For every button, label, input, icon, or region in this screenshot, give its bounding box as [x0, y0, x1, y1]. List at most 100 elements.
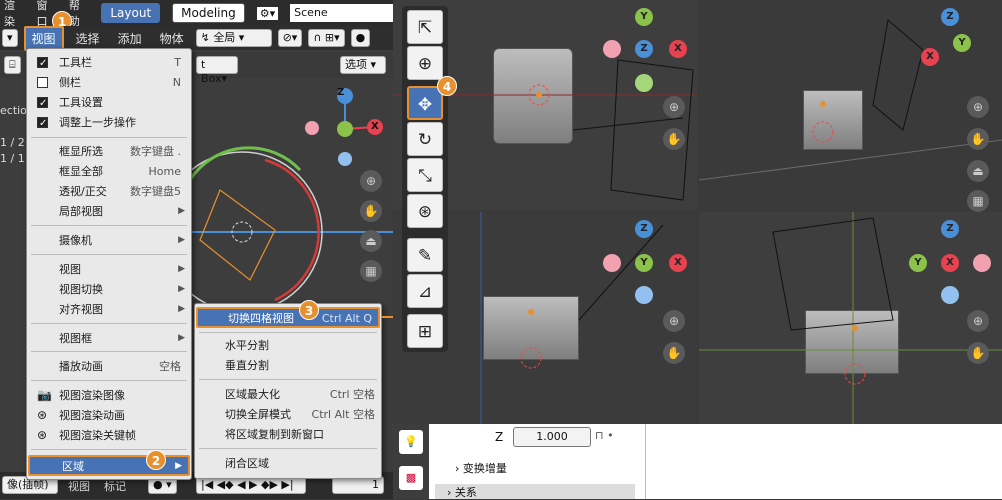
scene-icon[interactable]: ⚙▾ [256, 6, 279, 20]
editor-type-dropdown[interactable]: ▾ [2, 29, 18, 47]
world-tab-icon[interactable]: 💡 [399, 430, 423, 454]
label-local-view: 局部视图 [59, 205, 103, 218]
texture-tab-icon[interactable]: ▩ [399, 466, 423, 490]
menu-item-close-area[interactable]: 闭合区域 [195, 454, 381, 473]
menu-item-toggle-quad-view[interactable]: 切换四格视图 Ctrl Alt Q [196, 307, 380, 328]
label-frame-selected: 框显所选 [59, 145, 103, 158]
menu-item-view-frame[interactable]: 视图框 ▶ [27, 329, 191, 348]
3d-cursor-icon[interactable]: ⊕ [407, 46, 443, 80]
gizmo-neg-z-bottom-right[interactable] [941, 286, 959, 304]
menu-item-camera[interactable]: 摄像机 ▶ [27, 231, 191, 250]
select-cursor-icon[interactable]: ⇱ [407, 10, 443, 44]
pivot-dropdown[interactable]: ⊘▾ [277, 29, 303, 47]
textbox-dropdown[interactable]: t Box▾ [196, 56, 238, 85]
menu-object[interactable]: 物体 [154, 28, 190, 49]
menu-item-maximize-area[interactable]: 区域最大化 Ctrl 空格 [195, 385, 381, 404]
menu-render[interactable]: 渲染 [4, 0, 24, 29]
proportional-toggle[interactable]: ● [350, 29, 371, 47]
separator [199, 379, 377, 380]
menu-item-playback[interactable]: 播放动画 空格 [27, 357, 191, 376]
menu-add[interactable]: 添加 [112, 28, 148, 49]
gizmo-z-bottom-right[interactable]: Z [941, 220, 959, 238]
ortho-grid-icon[interactable]: ▦ [967, 190, 989, 212]
gizmo-x-top-right[interactable]: X [921, 48, 939, 66]
ortho-grid-icon[interactable]: ▦ [360, 260, 382, 282]
checkbox-toolbar[interactable] [37, 54, 48, 73]
z-value-field[interactable]: 1.000 [513, 427, 591, 447]
pan-hand-icon[interactable]: ✋ [663, 128, 685, 150]
menu-item-horizontal-split[interactable]: 水平分割 [195, 336, 381, 355]
pan-hand-icon[interactable]: ✋ [967, 342, 989, 364]
options-dropdown[interactable]: 选项 ▾ [340, 56, 386, 74]
menu-item-align-view[interactable]: 对齐视图 ▶ [27, 300, 191, 319]
mode-icon[interactable]: ⌸ [4, 56, 21, 74]
scale-tool-icon[interactable]: ⤡ [407, 158, 443, 192]
menu-item-duplicate-area[interactable]: 将区域复制到新窗口 [195, 425, 381, 444]
menu-help[interactable]: 帮助 [69, 0, 89, 29]
tab-layout[interactable]: Layout [101, 3, 161, 23]
menu-item-persp-ortho[interactable]: 透视/正交 数字键盘5 [27, 182, 191, 201]
snap-dropdown[interactable]: ∩ ⊞▾ [308, 29, 345, 47]
timeline-view-menu[interactable]: 视图 [68, 478, 90, 494]
pan-hand-icon[interactable]: ✋ [663, 342, 685, 364]
menu-item-render-anim[interactable]: ⊛ 视图渲染动画 [27, 406, 191, 425]
measure-ruler-icon[interactable]: ⊿ [407, 274, 443, 308]
menu-item-frame-all[interactable]: 框显全部 Home [27, 162, 191, 181]
timeline-marker-menu[interactable]: 标记 [104, 478, 126, 494]
scene-selector[interactable]: Scene [290, 4, 393, 22]
menu-item-fullscreen[interactable]: 切换全屏模式 Ctrl Alt 空格 [195, 405, 381, 424]
zoom-icon[interactable]: ⊕ [360, 170, 382, 192]
pan-hand-icon[interactable]: ✋ [967, 128, 989, 150]
gizmo-neg-y-top-left[interactable] [635, 74, 653, 92]
gizmo-x-top-left[interactable]: X [669, 40, 687, 58]
label-tool-settings: 工具设置 [59, 96, 103, 109]
zoom-icon[interactable]: ⊕ [967, 96, 989, 118]
camera-view-icon[interactable]: ⏏ [967, 160, 989, 182]
menu-item-frame-selected[interactable]: 框显所选 数字键盘 . [27, 142, 191, 161]
zoom-icon[interactable]: ⊕ [663, 96, 685, 118]
menu-item-sidebar[interactable]: 侧栏 N [27, 73, 191, 92]
gizmo-y-bottom-left[interactable]: Y [635, 254, 653, 272]
lock-icon[interactable]: ⊓ • [595, 429, 614, 442]
menu-item-render-image[interactable]: 📷 视图渲染图像 [27, 386, 191, 405]
menu-item-tool-settings[interactable]: 工具设置 [27, 93, 191, 113]
gizmo-neg-x-top-left[interactable] [603, 40, 621, 58]
menu-item-navigation[interactable]: 视图切换 ▶ [27, 280, 191, 299]
menu-item-toolbar[interactable]: 工具栏 T [27, 53, 191, 73]
gizmo-x-bottom-left[interactable]: X [669, 254, 687, 272]
gizmo-z-bottom-left[interactable]: Z [635, 220, 653, 238]
gizmo-neg-x-bottom-right[interactable] [973, 254, 991, 272]
checkbox-tool-settings[interactable] [37, 94, 48, 113]
gizmo-z-top-right[interactable]: Z [941, 8, 959, 26]
pan-hand-icon[interactable]: ✋ [360, 200, 382, 222]
add-cube-icon[interactable]: ⊞ [407, 314, 443, 348]
menu-item-viewpoint[interactable]: 视图 ▶ [27, 260, 191, 279]
gizmo-neg-x-bottom-left[interactable] [603, 254, 621, 272]
delta-transform-section[interactable]: › 变换增量 [455, 460, 507, 476]
relations-section[interactable]: › 关系 [435, 484, 635, 499]
menu-item-vertical-split[interactable]: 垂直分割 [195, 356, 381, 375]
menu-select[interactable]: 选择 [70, 28, 106, 49]
transform-tool-icon[interactable]: ⊛ [407, 194, 443, 228]
tab-modeling[interactable]: Modeling [172, 3, 245, 23]
menu-item-local-view[interactable]: 局部视图 ▶ [27, 202, 191, 221]
relations-label: 关系 [454, 486, 477, 499]
checkbox-adjust-last[interactable] [37, 114, 48, 133]
annotate-pencil-icon[interactable]: ✎ [407, 238, 443, 272]
zoom-icon[interactable]: ⊕ [967, 310, 989, 332]
menu-item-adjust-last[interactable]: 调整上一步操作 [27, 113, 191, 133]
checkbox-sidebar[interactable] [37, 77, 48, 88]
gizmo-y-top-right[interactable]: Y [953, 34, 971, 52]
menu-view[interactable]: 视图 [23, 25, 64, 51]
transform-orientation-dropdown[interactable]: ↯ 全局 ▾ [195, 29, 272, 47]
camera-view-icon[interactable]: ⏏ [360, 230, 382, 252]
gizmo-neg-z-bottom-left[interactable] [635, 286, 653, 304]
gizmo-z-top-left[interactable]: Z [635, 40, 653, 58]
gizmo-x-bottom-right[interactable]: X [941, 254, 959, 272]
label-render-keyframes: 视图渲染关键帧 [59, 429, 136, 442]
rotate-tool-icon[interactable]: ↻ [407, 122, 443, 156]
zoom-icon[interactable]: ⊕ [663, 310, 685, 332]
menu-item-render-keyframes[interactable]: ⊛ 视图渲染关键帧 [27, 426, 191, 445]
gizmo-y-top-left[interactable]: Y [635, 8, 653, 26]
gizmo-y-bottom-right[interactable]: Y [909, 254, 927, 272]
